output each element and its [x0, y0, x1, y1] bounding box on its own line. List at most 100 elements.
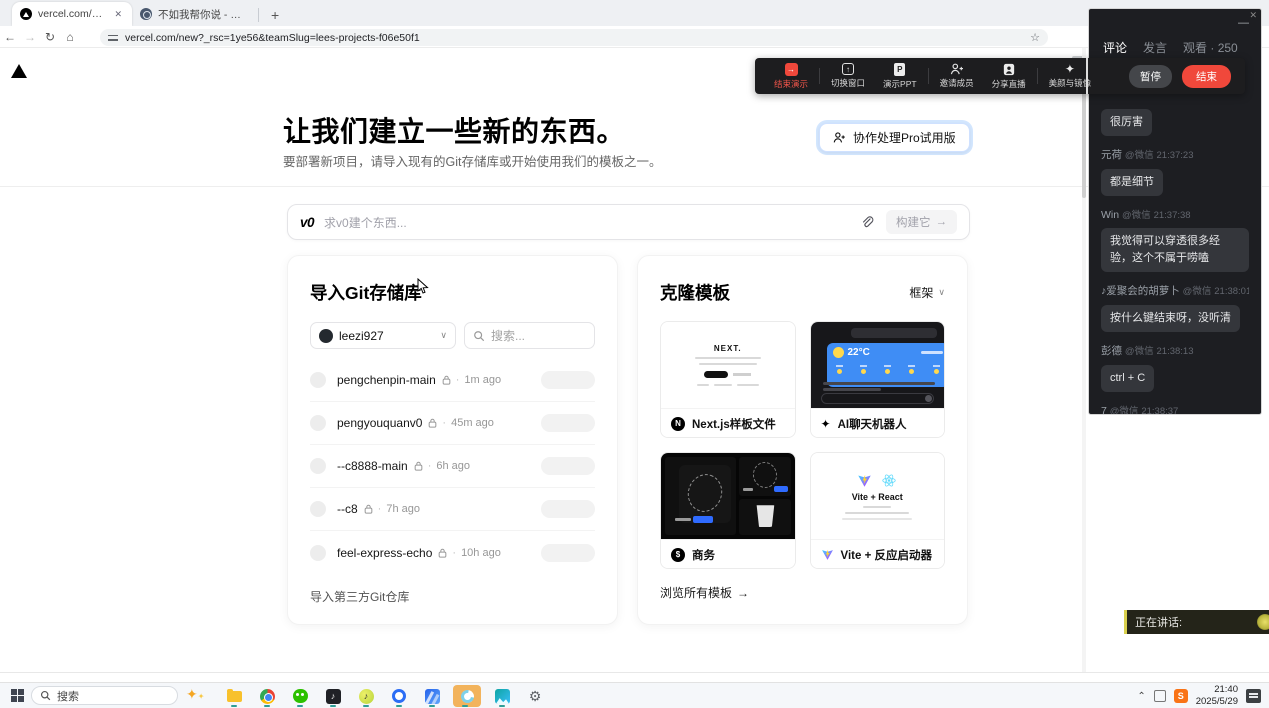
git-account-dropdown[interactable]: leezi927 ∨: [310, 322, 456, 349]
browse-all-templates-link[interactable]: 浏览所有模板 →: [660, 584, 945, 601]
attachment-paperclip-icon[interactable]: [860, 215, 874, 229]
panel-tab-speak[interactable]: 发言: [1143, 39, 1167, 56]
settings-gear-icon[interactable]: ⚙: [523, 685, 547, 707]
repo-row[interactable]: pengyouquanv0 · 45m ago: [310, 402, 595, 445]
blue-app-icon[interactable]: [420, 685, 444, 707]
file-explorer-icon[interactable]: [222, 685, 246, 707]
repo-list: pengchenpin-main · 1m ago pengyouquanv0 …: [310, 359, 595, 574]
wechat-icon[interactable]: [288, 685, 312, 707]
chrome-icon[interactable]: [255, 685, 279, 707]
browser-tab-vercel[interactable]: vercel.com/new? ✕: [12, 2, 132, 26]
browser-tab-ai-chat[interactable]: 不如我帮你说 - AI朋友: [132, 2, 252, 26]
meeting-app-icon-active[interactable]: [453, 685, 481, 707]
photos-app-icon[interactable]: [490, 685, 514, 707]
share-live-button[interactable]: 分享直播: [983, 63, 1035, 90]
pause-button[interactable]: 暂停: [1129, 65, 1172, 88]
speaking-label: 正在讲话:: [1135, 614, 1182, 630]
framework-filter-dropdown[interactable]: 框架 ∨: [909, 284, 945, 301]
search-icon: [40, 690, 51, 701]
url-text: vercel.com/new?_rsc=1ye56&teamSlug=lees-…: [125, 32, 1023, 44]
repo-row[interactable]: pengchenpin-main · 1m ago: [310, 359, 595, 402]
share-live-person-icon: [1003, 63, 1015, 76]
panel-tab-comments[interactable]: 评论: [1103, 39, 1127, 56]
taskbar-time: 21:40: [1196, 684, 1238, 696]
page-scrollbar[interactable]: [1082, 48, 1086, 672]
chat-source: @微信: [1122, 210, 1151, 221]
chat-bubble: ctrl + C: [1101, 365, 1154, 392]
v0-logo: v0: [300, 215, 314, 230]
notification-center-icon[interactable]: [1246, 689, 1261, 703]
v0-prompt-placeholder[interactable]: 求v0建个东西...: [324, 214, 860, 231]
home-button[interactable]: ⌂: [60, 30, 80, 44]
invite-members-button[interactable]: 邀请成员: [931, 63, 983, 89]
tab-close-icon[interactable]: ✕: [112, 9, 124, 20]
import-button-skeleton[interactable]: [541, 371, 595, 389]
taskbar-clock[interactable]: 21:40 2025/5/29: [1196, 684, 1238, 708]
template-tile-vite[interactable]: Vite + React Vite + 反应启动器: [810, 452, 946, 569]
sogou-input-tray-icon[interactable]: S: [1174, 689, 1188, 703]
v0-prompt-bar[interactable]: v0 求v0建个东西... 构建它 →: [287, 204, 970, 240]
repo-search-input[interactable]: 搜索...: [464, 322, 595, 349]
commerce-logo-icon: $: [671, 548, 685, 562]
panel-close-icon[interactable]: ✕: [1249, 10, 1257, 21]
lock-icon: [428, 418, 437, 428]
import-third-party-link[interactable]: 导入第三方Git仓库: [310, 588, 595, 605]
end-presentation-icon: →: [785, 63, 798, 76]
end-presentation-button[interactable]: → 结束演示: [765, 63, 817, 90]
chat-username: 7: [1101, 405, 1107, 415]
windows-taskbar: 搜索 ✦✦ ♪ ♪ ⚙ ⌃ S 21:40 2025/5/29: [0, 682, 1269, 708]
lock-icon: [364, 504, 373, 514]
import-button-skeleton[interactable]: [541, 414, 595, 432]
ai-chatbot-template-preview: 22°C: [811, 322, 945, 408]
panel-minimize-icon[interactable]: —: [1238, 17, 1249, 29]
tray-chevron-up-icon[interactable]: ⌃: [1137, 691, 1145, 702]
import-button-skeleton[interactable]: [541, 544, 595, 562]
lock-icon: [414, 461, 423, 471]
back-button[interactable]: ←: [0, 30, 20, 44]
bookmark-star-icon[interactable]: ☆: [1030, 31, 1040, 44]
copilot-sparkle-icon[interactable]: ✦✦: [186, 686, 204, 703]
address-bar[interactable]: vercel.com/new?_rsc=1ye56&teamSlug=lees-…: [100, 29, 1048, 46]
invite-person-icon: [950, 63, 964, 75]
template-label: 商务: [692, 547, 715, 563]
end-button[interactable]: 结束: [1182, 65, 1231, 88]
chat-bubble: 很厉害: [1101, 109, 1152, 136]
template-tile-nextjs[interactable]: NEXT. N Next.js样板文件: [660, 321, 796, 438]
start-button-icon[interactable]: [11, 689, 24, 702]
collaborate-pro-trial-button[interactable]: 协作处理Pro试用版: [819, 123, 970, 152]
template-tile-ai-chatbot[interactable]: 22°C ✦: [810, 321, 946, 438]
repo-row[interactable]: --c8888-main · 6h ago: [310, 445, 595, 488]
vite-preview-title: Vite + React: [852, 492, 903, 502]
import-button-skeleton[interactable]: [541, 500, 595, 518]
page-bottom-divider: [0, 672, 1269, 673]
arrow-right-icon: →: [737, 586, 749, 600]
snip-tool-tray-icon[interactable]: [1154, 690, 1166, 702]
beauty-mirror-button[interactable]: ✦ 美颜与镜像: [1040, 63, 1101, 89]
chat-source: @微信: [1110, 406, 1139, 415]
template-tile-commerce[interactable]: $ 商务: [660, 452, 796, 569]
panel-tab-watching[interactable]: 观看 · 250: [1183, 39, 1238, 56]
repo-row[interactable]: --c8 · 7h ago: [310, 488, 595, 531]
repo-avatar: [310, 458, 326, 474]
music-app-icon[interactable]: ♪: [354, 685, 378, 707]
forward-button[interactable]: →: [20, 30, 40, 44]
taskbar-search-box[interactable]: 搜索: [31, 686, 178, 705]
chat-bubble: 按什么键结束呀，没听清: [1101, 305, 1240, 332]
vite-logo-icon: [857, 473, 872, 488]
new-tab-button[interactable]: +: [271, 4, 279, 26]
build-it-button[interactable]: 构建它 →: [886, 210, 957, 234]
dark-app-icon[interactable]: ♪: [321, 685, 345, 707]
repo-row[interactable]: feel-express-echo · 10h ago: [310, 531, 595, 574]
browse-all-templates-label: 浏览所有模板: [660, 584, 732, 601]
browser-o-icon[interactable]: [387, 685, 411, 707]
system-tray: ⌃ S 21:40 2025/5/29: [1137, 683, 1261, 708]
site-settings-icon[interactable]: [108, 34, 118, 42]
repo-avatar: [310, 415, 326, 431]
chat-message: 元荷 @微信 21:37:23 都是细节: [1101, 147, 1249, 196]
person-plus-icon: [833, 131, 846, 144]
switch-window-button[interactable]: ↑ 切换窗口: [822, 63, 874, 89]
chat-timestamp: 21:38:37: [1141, 406, 1178, 415]
import-button-skeleton[interactable]: [541, 457, 595, 475]
reload-button[interactable]: ↻: [40, 30, 60, 44]
present-ppt-button[interactable]: P 演示PPT: [874, 63, 926, 90]
